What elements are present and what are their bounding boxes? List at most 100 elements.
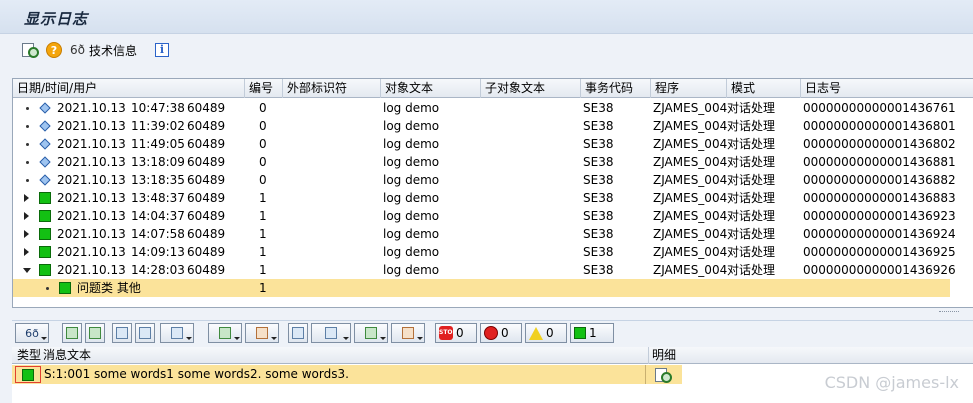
- application-toolbar: ? 6ð 技术信息 i: [0, 35, 973, 65]
- cell-logno: 00000000000001436924: [803, 227, 956, 241]
- cell-tcode: SE38: [583, 155, 614, 169]
- log-sub-row[interactable]: 问题类 其他 1: [13, 279, 950, 297]
- dropdown-icon: [186, 337, 192, 340]
- log-row[interactable]: 2021.10.13 10:47:38 60489 0 log demo SE38 ZJAM…: [13, 99, 973, 117]
- col-header-transaction-code[interactable]: 事务代码: [581, 79, 651, 98]
- cell-tcode: SE38: [583, 137, 614, 151]
- filter-button[interactable]: [160, 323, 194, 343]
- cell-logno: 00000000000001436881: [803, 155, 956, 169]
- col-header-detail[interactable]: 明细: [648, 347, 676, 364]
- help-button[interactable]: ?: [46, 40, 62, 60]
- log-row[interactable]: 2021.10.13 13:18:09 60489 0 log demo SE38 ZJAM…: [13, 153, 973, 171]
- stop-filter-button[interactable]: STOP 0: [435, 323, 477, 343]
- total-button[interactable]: [208, 323, 242, 343]
- cell-prog: ZJAMES_004: [653, 263, 728, 277]
- col-header-type[interactable]: 类型: [14, 347, 41, 364]
- watermark: CSDN @james-lx: [824, 373, 959, 392]
- error-icon: [484, 326, 498, 340]
- cell-obj: log demo: [383, 155, 440, 169]
- glasses-icon: 6ð: [25, 326, 39, 340]
- window-title: 显示日志: [24, 10, 89, 28]
- col-header-external-id[interactable]: 外部标识符: [283, 79, 381, 98]
- bullet-icon: [46, 287, 49, 290]
- cell-prog: ZJAMES_004: [653, 155, 728, 169]
- col-header-object-text[interactable]: 对象文本: [381, 79, 481, 98]
- cell-obj: log demo: [383, 209, 440, 223]
- cell-user: 60489: [187, 191, 226, 205]
- col-header-date-time-user[interactable]: 日期/时间/用户: [13, 79, 245, 98]
- print-button[interactable]: [288, 323, 308, 343]
- display-details-button[interactable]: [22, 40, 39, 60]
- splitter-handle[interactable]: [939, 311, 959, 313]
- title-bar: 显示日志: [0, 0, 973, 34]
- cell-mode: 对话处理: [727, 137, 776, 151]
- success-icon: [574, 327, 586, 339]
- log-row[interactable]: 2021.10.13 11:49:05 60489 0 log demo SE38 ZJAM…: [13, 135, 973, 153]
- expand-triangle-icon[interactable]: [24, 212, 29, 220]
- sort-descending-button[interactable]: [85, 323, 105, 343]
- col-header-mode[interactable]: 模式: [727, 79, 801, 98]
- col-header-message-text[interactable]: 消息文本: [40, 347, 91, 364]
- sub-row-number: 1: [259, 281, 267, 295]
- expand-triangle-icon[interactable]: [24, 194, 29, 202]
- technical-info-button[interactable]: 6ð 技术信息: [70, 40, 137, 60]
- success-icon: [39, 192, 51, 204]
- export-icon: [365, 327, 377, 339]
- log-row[interactable]: 2021.10.13 14:09:13 60489 1 log demo SE38 ZJAM…: [13, 243, 973, 261]
- cell-prog: ZJAMES_004: [653, 191, 728, 205]
- log-row[interactable]: 2021.10.13 13:48:37 60489 1 log demo SE38 ZJAM…: [13, 189, 973, 207]
- sub-row-label: 问题类 其他: [77, 281, 141, 295]
- log-row[interactable]: 2021.10.13 13:18:35 60489 0 log demo SE38 ZJAM…: [13, 171, 973, 189]
- cell-user: 60489: [187, 155, 226, 169]
- views-button[interactable]: [311, 323, 351, 343]
- log-row[interactable]: 2021.10.13 11:39:02 60489 0 log demo SE38 ZJAM…: [13, 117, 973, 135]
- cell-logno: 00000000000001436923: [803, 209, 956, 223]
- warning-icon: [529, 326, 543, 340]
- cell-mode: 对话处理: [727, 101, 776, 115]
- cell-num: 0: [259, 137, 267, 151]
- col-header-number[interactable]: 编号: [245, 79, 283, 98]
- collapse-triangle-icon[interactable]: [23, 268, 31, 273]
- sort-ascending-button[interactable]: [62, 323, 82, 343]
- subtotal-button[interactable]: [245, 323, 279, 343]
- cell-time: 14:04:37: [131, 209, 185, 223]
- log-row[interactable]: 2021.10.13 14:04:37 60489 1 log demo SE38 ZJAM…: [13, 207, 973, 225]
- message-row[interactable]: S:1:001 some words1 some words2. some wo…: [12, 365, 682, 384]
- cell-date: 2021.10.13: [57, 137, 126, 151]
- cell-date: 2021.10.13: [57, 155, 126, 169]
- cell-prog: ZJAMES_004: [653, 173, 728, 187]
- cell-user: 60489: [187, 263, 226, 277]
- find-button[interactable]: [112, 323, 132, 343]
- warning-filter-button[interactable]: 0: [525, 323, 567, 343]
- cell-num: 1: [259, 263, 267, 277]
- expand-triangle-icon[interactable]: [24, 230, 29, 238]
- cell-tcode: SE38: [583, 263, 614, 277]
- cell-tcode: SE38: [583, 119, 614, 133]
- log-list-grid: 日期/时间/用户 编号 外部标识符 对象文本 子对象文本 事务代码 程序 模式 …: [12, 78, 973, 312]
- help-icon: ?: [46, 42, 62, 58]
- cell-num: 1: [259, 245, 267, 259]
- success-filter-button[interactable]: 1: [570, 323, 614, 343]
- no-messages-diamond-icon: [39, 102, 51, 114]
- message-type-cell: [15, 366, 41, 383]
- layout-button[interactable]: [391, 323, 425, 343]
- log-row[interactable]: 2021.10.13 14:07:58 60489 1 log demo SE38 ZJAM…: [13, 225, 973, 243]
- cell-mode: 对话处理: [727, 173, 776, 187]
- cell-user: 60489: [187, 245, 226, 259]
- cell-date: 2021.10.13: [57, 227, 126, 241]
- cell-mode: 对话处理: [727, 191, 776, 205]
- col-header-subobject-text[interactable]: 子对象文本: [481, 79, 581, 98]
- col-header-program[interactable]: 程序: [651, 79, 727, 98]
- bullet-icon: [26, 161, 29, 164]
- log-row[interactable]: 2021.10.13 14:28:03 60489 1 log demo SE38 ZJAM…: [13, 261, 973, 279]
- find-next-button[interactable]: [135, 323, 155, 343]
- magnifier-icon: [22, 42, 39, 58]
- message-detail-button[interactable]: [645, 365, 682, 384]
- export-button[interactable]: [354, 323, 388, 343]
- error-filter-button[interactable]: 0: [480, 323, 522, 343]
- col-header-log-number[interactable]: 日志号: [801, 79, 973, 98]
- expand-triangle-icon[interactable]: [24, 248, 29, 256]
- info-button[interactable]: i: [155, 40, 169, 60]
- technical-info-menu-button[interactable]: 6ð: [15, 323, 49, 343]
- technical-info-label: 技术信息: [89, 43, 138, 58]
